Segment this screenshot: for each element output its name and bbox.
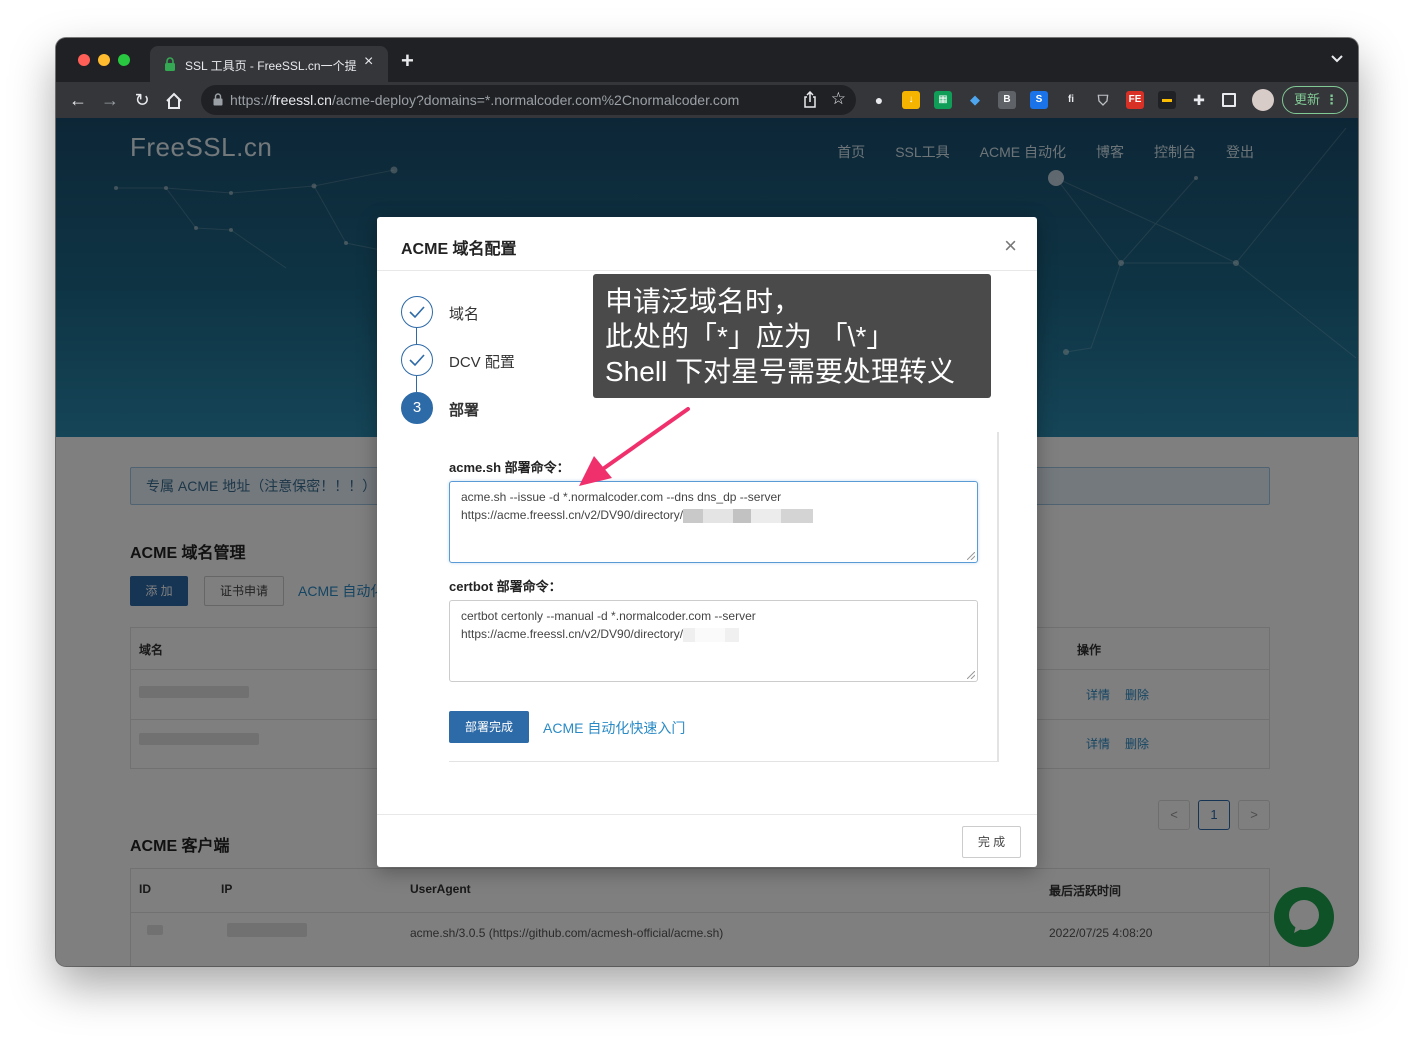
- sidebar-icon[interactable]: [1222, 93, 1236, 107]
- lock-favicon-icon: [165, 57, 175, 71]
- browser-toolbar: ← → ↻ https://freessl.cn/acme-deploy?dom…: [56, 82, 1358, 118]
- fi-icon[interactable]: fi: [1062, 91, 1080, 109]
- maximize-window-button[interactable]: [118, 54, 130, 66]
- close-icon[interactable]: ×: [1004, 233, 1017, 259]
- s-icon[interactable]: S: [1030, 91, 1048, 109]
- fe-icon[interactable]: FE: [1126, 91, 1144, 109]
- avatar[interactable]: [1252, 89, 1274, 111]
- bookmark-icon[interactable]: B: [998, 91, 1016, 109]
- address-bar[interactable]: https://freessl.cn/acme-deploy?domains=*…: [201, 85, 856, 115]
- acme-quickstart-link[interactable]: ACME 自动化快速入门: [543, 718, 685, 738]
- check-icon: [409, 306, 425, 319]
- step-2-label: DCV 配置: [449, 354, 515, 371]
- minimize-window-button[interactable]: [98, 54, 110, 66]
- grid-icon[interactable]: ▦: [934, 91, 952, 109]
- acme-sh-command-textarea[interactable]: acme.sh --issue -d *.normalcoder.com --d…: [449, 481, 978, 563]
- back-icon[interactable]: ←: [68, 90, 88, 110]
- certbot-label: certbot 部署命令：: [449, 579, 562, 594]
- home-icon[interactable]: [164, 91, 184, 111]
- close-window-button[interactable]: [78, 54, 90, 66]
- page: FreeSSL.cn 首页 SSL工具 ACME 自动化 博客 控制台 登出 专…: [56, 118, 1358, 966]
- tab-close-icon[interactable]: ×: [364, 53, 373, 71]
- modal-title: ACME 域名配置: [401, 241, 517, 258]
- step-3-circle: 3: [401, 392, 433, 424]
- step-1-label: 域名: [449, 306, 480, 323]
- terminal-icon[interactable]: ▬: [1158, 91, 1176, 109]
- github-icon[interactable]: ●: [870, 91, 888, 109]
- browser-window: SSL 工具页 - FreeSSL.cn一个提 × + ← → ↻ https:…: [56, 38, 1358, 966]
- bookmark-star-icon[interactable]: ☆: [831, 89, 846, 109]
- browser-tab[interactable]: SSL 工具页 - FreeSSL.cn一个提 ×: [150, 46, 388, 82]
- update-button[interactable]: 更新 ⋮: [1282, 86, 1348, 114]
- new-tab-button[interactable]: +: [401, 48, 414, 74]
- download-icon[interactable]: ↓: [902, 91, 920, 109]
- acme-sh-label: acme.sh 部署命令：: [449, 460, 570, 475]
- tab-bar: SSL 工具页 - FreeSSL.cn一个提 × +: [56, 38, 1358, 82]
- step-3-label: 部署: [449, 402, 480, 419]
- reload-icon[interactable]: ↻: [132, 90, 152, 110]
- step-1-circle: [401, 296, 433, 328]
- tab-title: SSL 工具页 - FreeSSL.cn一个提: [185, 59, 357, 73]
- shield-icon[interactable]: ⛉: [1094, 91, 1112, 109]
- step-2-circle: [401, 344, 433, 376]
- puzzle-icon[interactable]: ✚: [1190, 91, 1208, 109]
- gem-icon[interactable]: ◆: [966, 91, 984, 109]
- annotation-callout: 申请泛域名时， 此处的「*」应为 「\*」 Shell 下对星号需要处理转义: [593, 274, 991, 398]
- deploy-done-button[interactable]: 部署完成: [449, 711, 529, 743]
- share-icon[interactable]: [802, 91, 818, 109]
- url-text: https://freessl.cn/acme-deploy?domains=*…: [230, 92, 740, 108]
- finish-button[interactable]: 完 成: [962, 826, 1021, 858]
- check-icon: [409, 354, 425, 367]
- lock-icon: [213, 93, 223, 106]
- forward-icon[interactable]: →: [100, 90, 120, 110]
- certbot-command-textarea[interactable]: certbot certonly --manual -d *.normalcod…: [449, 600, 978, 682]
- chevron-down-icon[interactable]: [1330, 52, 1344, 66]
